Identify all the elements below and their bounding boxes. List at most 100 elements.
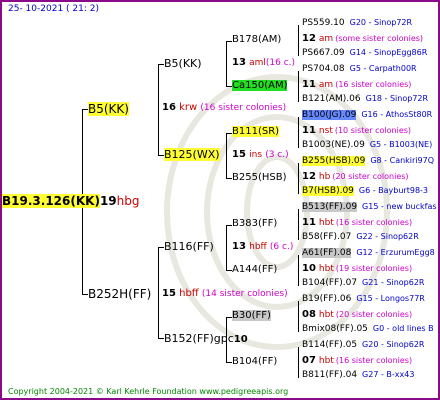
g3-7-id[interactable]: B30(FF)	[232, 310, 271, 321]
g4-queen-id: B811(FF).04	[302, 370, 358, 380]
g4-lineage-tag: G27 - B-xx43	[362, 370, 415, 379]
g4-num: 11	[302, 79, 316, 90]
g4-queen-id: B1003(NE).09	[302, 140, 365, 150]
g4-queen-id: B19(FF).06	[302, 294, 352, 304]
g4-queen-row[interactable]: B19(FF).06 G15 - Longos77R	[302, 295, 425, 304]
g4-note: (20 sister colonies)	[332, 172, 409, 181]
connector-g3b	[226, 133, 227, 179]
connector-g4	[298, 163, 299, 194]
g4-num: 12	[302, 33, 316, 44]
g4-queen-row[interactable]: B58(FF).07 G22 - Sinop62R	[302, 233, 419, 242]
connector-g2a	[158, 64, 159, 156]
connector-g4	[298, 255, 299, 286]
g4-code: am	[318, 34, 334, 44]
g4-lineage-tag: G18 - Sinop72R	[365, 94, 429, 103]
g4-lineage-tag: G21 - Sinop62R	[362, 278, 425, 287]
connector-g3c	[226, 225, 227, 271]
g4-note: (19 sister colonies)	[335, 264, 413, 273]
g2-3-info: 13 hbff (6 c.)	[232, 241, 294, 252]
g2-2-id[interactable]: B125(WX)	[164, 148, 220, 161]
g1-top-id[interactable]: B5(KK)	[88, 102, 129, 116]
g4-queen-row[interactable]: B114(FF).05 G20 - Sinop62R	[302, 341, 424, 350]
g4-queen-row[interactable]: B100(JG).09 G16 - AthosSt80R	[302, 110, 433, 120]
g4-queen-row[interactable]: B121(AM).06 G18 - Sinop72R	[302, 95, 428, 104]
g4-queen-row[interactable]: Bmix08(FF).05 G0 - old lines B	[302, 325, 434, 334]
root-id: B19.3.126(KK)	[2, 194, 100, 208]
connector-g3a	[226, 41, 227, 87]
g4-queen-row[interactable]: B7(HSB).09 G6 - Bayburt98-3	[302, 186, 429, 196]
g4-info-row: 07 hbt (16 sister colonies)	[302, 356, 412, 366]
g4-lineage-tag: G20 - Sinop72R	[349, 18, 413, 27]
g2-4-id[interactable]: B152(FF)gpc10	[164, 333, 248, 345]
g3-1-id[interactable]: B178(AM)	[232, 35, 281, 45]
g4-lineage-tag: G15 - Longos77R	[356, 294, 425, 303]
g4-queen-row[interactable]: B1003(NE).09 G5 - B1003(NE)	[302, 141, 432, 150]
g4-lineage-tag: G22 - Sinop62R	[356, 232, 419, 241]
g4-code: hbt	[318, 218, 334, 228]
g4-info-row: 11 am (16 sister colonies)	[302, 80, 411, 90]
g4-queen-row[interactable]: PS704.08 G5 - Carpath00R	[302, 65, 417, 74]
header-timestamp: 25- 10-2021 ( 21: 2)	[8, 4, 99, 14]
root-queen[interactable]: B19.3.126(KK)19hbg	[2, 194, 140, 208]
g4-info-row: 12 am (some sister colonies)	[302, 34, 423, 44]
root-code: hbg	[116, 194, 140, 208]
g4-queen-row[interactable]: A61(FF).08 G12 - ErzurumEgg8	[302, 248, 435, 258]
g4-code: hbt	[318, 310, 334, 320]
g4-lineage-tag: G14 - SinopEgg86R	[349, 48, 428, 57]
g4-queen-id: B114(FF).05	[302, 340, 358, 350]
g4-info-row: 08 hbt (20 sister colonies)	[302, 310, 412, 320]
g4-lineage-tag: G15 - new buckfas	[362, 202, 437, 211]
g4-queen-row[interactable]: B811(FF).04 G27 - B-xx43	[302, 371, 414, 380]
g3-8-id[interactable]: B104(FF)	[232, 357, 277, 367]
g4-lineage-tag: G5 - B1003(NE)	[369, 140, 433, 149]
pedigree-frame: 25- 10-2021 ( 21: 2) B19.3.126(KK)19hbg …	[0, 0, 440, 400]
g4-info-row: 10 hbt (19 sister colonies)	[302, 264, 412, 274]
g4-num: 10	[302, 263, 316, 274]
g4-note: (some sister colonies)	[335, 34, 424, 43]
connector-g4	[298, 347, 299, 378]
footer-copyright: Copyright 2004-2021 © Karl Kehrle Founda…	[8, 387, 289, 396]
g3-6-id[interactable]: A144(FF)	[232, 265, 277, 275]
connector-g4	[298, 209, 299, 240]
g4-queen-id: B104(FF).07	[302, 278, 358, 288]
g4-lineage-tag: G0 - old lines B	[372, 324, 434, 333]
g4-num: 07	[302, 355, 316, 366]
g4-num: 11	[302, 125, 316, 136]
g4-lineage-tag: G16 - AthosSt80R	[361, 110, 433, 119]
g1-top-info: 16 krw (16 sister colonies)	[162, 102, 287, 113]
g4-queen-id: PS559.10	[302, 18, 345, 28]
connector-g4	[298, 25, 299, 56]
g4-lineage-tag: G5 - Carpath00R	[349, 64, 417, 73]
g4-queen-row[interactable]: PS667.09 G14 - SinopEgg86R	[302, 49, 427, 58]
g1-bottom-id[interactable]: B252H(FF)	[88, 288, 151, 300]
g4-queen-id: B255(HSB).09	[302, 156, 366, 166]
g4-code: nst	[318, 126, 333, 136]
g3-3-id[interactable]: B111(SR)	[232, 126, 280, 137]
g4-queen-id: B121(AM).06	[302, 94, 361, 104]
g4-note: (16 sister colonies)	[335, 356, 413, 365]
g3-2-id[interactable]: Ca150(AM)	[232, 80, 288, 91]
g4-queen-id: PS667.09	[302, 48, 345, 58]
g3-4-id[interactable]: B255(HSB)	[232, 173, 286, 183]
g4-queen-id: B513(FF).09	[302, 202, 358, 212]
g4-lineage-tag: G6 - Bayburt98-3	[358, 186, 429, 195]
g4-queen-id: Bmix08(FF).05	[302, 324, 368, 334]
g4-queen-id: B7(HSB).09	[302, 186, 354, 196]
g4-note: (20 sister colonies)	[335, 310, 413, 319]
g3-5-id[interactable]: B383(FF)	[232, 219, 277, 229]
g4-code: hbt	[318, 356, 334, 366]
g4-queen-row[interactable]: PS559.10 G20 - Sinop72R	[302, 19, 412, 28]
g4-info-row: 11 nst (10 sister colonies)	[302, 126, 411, 136]
g2-1-id[interactable]: B5(KK)	[164, 58, 202, 69]
g4-queen-row[interactable]: B104(FF).07 G21 - Sinop62R	[302, 279, 424, 288]
g4-info-row: 12 hb (20 sister colonies)	[302, 172, 409, 182]
g4-num: 12	[302, 171, 316, 182]
g4-code: am	[318, 80, 334, 90]
g4-lineage-tag: G8 - Cankiri97Q	[370, 156, 435, 165]
g4-info-row: 11 hbt (16 sister colonies)	[302, 218, 412, 228]
g2-3-id[interactable]: B116(FF)	[164, 241, 214, 252]
g4-queen-row[interactable]: B513(FF).09 G15 - new buckfas	[302, 202, 437, 212]
g4-queen-row[interactable]: B255(HSB).09 G8 - Cankiri97Q	[302, 156, 435, 166]
g4-queen-id: B100(JG).09	[302, 110, 357, 120]
g4-note: (16 sister colonies)	[335, 218, 413, 227]
